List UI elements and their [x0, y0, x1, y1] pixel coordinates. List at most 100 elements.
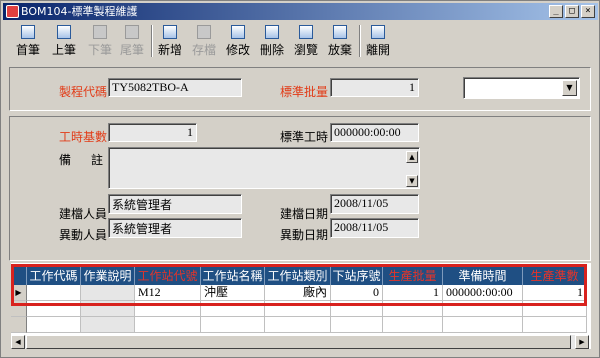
table-row[interactable]: ▶ M12 沖壓 廠內 0 1 000000:00:00 1	[11, 285, 587, 301]
grid-cell[interactable]	[27, 301, 81, 317]
save-icon	[197, 25, 211, 39]
grid-cell[interactable]	[81, 301, 135, 317]
main-window: BOM104-標準製程維護 _ □ × 首筆 上筆 下筆 尾筆 新增 存檔 修改…	[0, 0, 600, 358]
grid-cell[interactable]: 0	[331, 285, 383, 301]
grid-column-header[interactable]: 工作站類別	[265, 267, 331, 285]
grid-cell[interactable]: 沖壓	[201, 285, 265, 301]
edit-button[interactable]: 修改	[223, 23, 253, 59]
close-button[interactable]: ×	[581, 5, 595, 18]
created-date-label: 建檔日期	[280, 207, 329, 221]
remark-field[interactable]: ▲ ▼	[108, 147, 420, 189]
std-batch-label: 標準批量	[280, 85, 329, 99]
std-hours-label: 標準工時	[280, 130, 329, 144]
new-button[interactable]: 新增	[155, 23, 185, 59]
grid-cell[interactable]	[81, 285, 135, 301]
exit-button[interactable]: 離開	[363, 23, 393, 59]
grid-cell[interactable]	[265, 317, 331, 333]
grid-cell[interactable]	[383, 301, 443, 317]
grid-cell[interactable]	[523, 301, 587, 317]
next-record-button[interactable]: 下筆	[85, 23, 115, 59]
next-record-icon	[93, 25, 107, 39]
grid-cell[interactable]	[331, 301, 383, 317]
new-icon	[163, 25, 177, 39]
minimize-button[interactable]: _	[549, 5, 563, 18]
window-title: BOM104-標準製程維護	[21, 5, 138, 18]
grid-cell[interactable]: 1	[523, 285, 587, 301]
created-by-field[interactable]: 系統管理者	[108, 194, 242, 214]
scroll-left-icon[interactable]: ◀	[11, 335, 25, 349]
window-controls: _ □ ×	[549, 5, 595, 18]
abandon-icon	[333, 25, 347, 39]
grid-cell[interactable]	[265, 301, 331, 317]
maximize-button[interactable]: □	[565, 5, 579, 18]
abandon-button[interactable]: 放棄	[325, 23, 355, 59]
last-record-button[interactable]: 尾筆	[117, 23, 147, 59]
delete-button[interactable]: 刪除	[257, 23, 287, 59]
table-row[interactable]	[11, 317, 587, 333]
grid-column-header[interactable]: 準備時間	[443, 267, 523, 285]
grid-cell[interactable]	[27, 317, 81, 333]
grid-cell[interactable]: 1	[383, 285, 443, 301]
grid-cell[interactable]: M12	[135, 285, 201, 301]
grid-cell[interactable]: 000000:00:00	[443, 285, 523, 301]
row-header	[11, 317, 27, 333]
grid-column-header[interactable]: 生產批量	[383, 267, 443, 285]
toolbar: 首筆 上筆 下筆 尾筆 新增 存檔 修改 刪除 瀏覽 放棄 離開	[3, 21, 598, 61]
remark-scrollbar[interactable]: ▲ ▼	[404, 149, 418, 187]
save-button[interactable]: 存檔	[189, 23, 219, 59]
modified-date-label: 異動日期	[280, 228, 329, 242]
grid-cell[interactable]	[201, 317, 265, 333]
edit-icon	[231, 25, 245, 39]
scroll-down-icon[interactable]: ▼	[406, 175, 418, 187]
remark-label-2: 註	[91, 153, 104, 167]
grid-cell[interactable]	[383, 317, 443, 333]
last-record-icon	[125, 25, 139, 39]
grid-horizontal-scrollbar[interactable]: ◀ ▶	[11, 335, 589, 349]
grid-cell[interactable]	[135, 317, 201, 333]
browse-button[interactable]: 瀏覽	[291, 23, 321, 59]
toolbar-separator	[359, 25, 361, 57]
grid-column-header[interactable]: 工作代碼	[27, 267, 81, 285]
grid-column-header[interactable]: 作業說明	[81, 267, 135, 285]
grid-cell[interactable]	[135, 301, 201, 317]
option-combo[interactable]: ▼	[463, 77, 580, 99]
prev-record-button[interactable]: 上筆	[49, 23, 79, 59]
grid-cell[interactable]	[331, 317, 383, 333]
remark-label-1: 備	[59, 153, 72, 167]
scroll-up-icon[interactable]: ▲	[406, 151, 418, 163]
toolbar-separator	[151, 25, 153, 57]
first-record-icon	[21, 25, 35, 39]
modified-date-field[interactable]: 2008/11/05	[330, 218, 419, 238]
grid-header: 工作代碼 作業說明 工作站代號 工作站名稱 工作站類別 下站序號 生產批量 準備…	[11, 267, 587, 285]
grid-cell[interactable]	[443, 317, 523, 333]
grid-column-header[interactable]: 下站序號	[331, 267, 383, 285]
first-record-button[interactable]: 首筆	[13, 23, 43, 59]
table-row[interactable]	[11, 301, 587, 317]
grid-column-header[interactable]: 工作站代號	[135, 267, 201, 285]
created-by-label: 建檔人員	[59, 207, 108, 221]
exit-icon	[371, 25, 385, 39]
grid-cell[interactable]	[27, 285, 81, 301]
modified-by-label: 異動人員	[59, 228, 108, 242]
hour-base-label: 工時基數	[59, 130, 108, 144]
row-header	[11, 301, 27, 317]
hour-base-field[interactable]: 1	[108, 123, 197, 142]
grid-cell[interactable]	[443, 301, 523, 317]
std-batch-field[interactable]: 1	[330, 78, 419, 97]
grid-column-header[interactable]: 工作站名稱	[201, 267, 265, 285]
scroll-thumb[interactable]	[26, 335, 571, 349]
std-hours-field[interactable]: 000000:00:00	[330, 123, 419, 142]
chevron-down-icon[interactable]: ▼	[562, 80, 577, 96]
grid-cell[interactable]: 廠內	[265, 285, 331, 301]
grid-cell[interactable]	[523, 317, 587, 333]
prev-record-icon	[57, 25, 71, 39]
row-indicator-icon: ▶	[11, 285, 27, 301]
grid-column-header[interactable]: 生產準數	[523, 267, 587, 285]
scroll-right-icon[interactable]: ▶	[575, 335, 589, 349]
grid-cell[interactable]	[81, 317, 135, 333]
created-date-field[interactable]: 2008/11/05	[330, 194, 419, 214]
app-icon	[6, 5, 19, 18]
grid-cell[interactable]	[201, 301, 265, 317]
process-code-field[interactable]: TY5082TBO-A	[108, 78, 242, 97]
modified-by-field[interactable]: 系統管理者	[108, 218, 242, 238]
